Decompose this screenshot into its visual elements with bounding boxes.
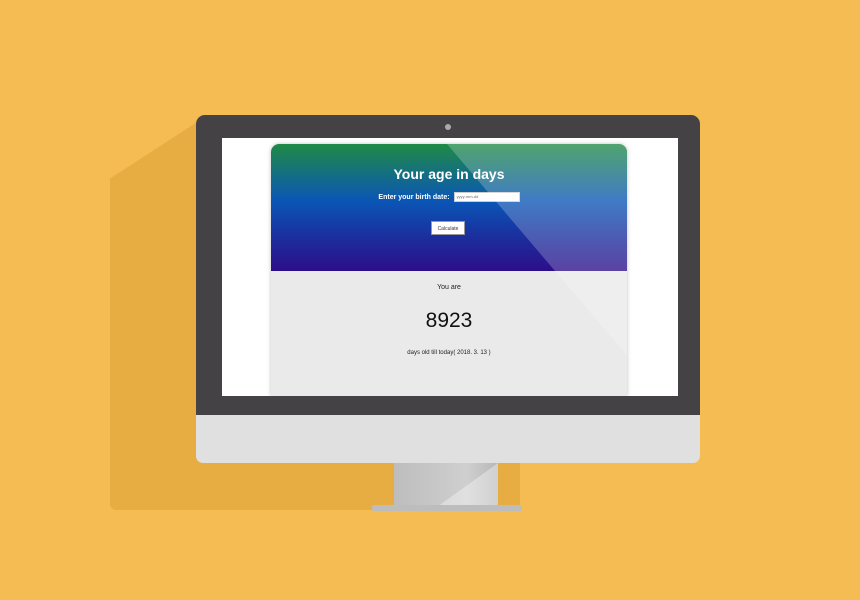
hero-section: Your age in days Enter your birth date: … xyxy=(271,144,627,271)
monitor-chin xyxy=(196,415,700,463)
monitor-screen: Your age in days Enter your birth date: … xyxy=(222,138,678,396)
result-suffix: days old till today( 2018. 3. 13 ) xyxy=(407,350,491,356)
camera-icon xyxy=(445,124,451,130)
monitor-stand-base xyxy=(372,505,522,511)
birth-date-label: Enter your birth date: xyxy=(378,193,450,201)
monitor-bezel: Your age in days Enter your birth date: … xyxy=(196,115,700,415)
calculate-button[interactable]: Calculate xyxy=(431,221,465,235)
age-calculator-card: Your age in days Enter your birth date: … xyxy=(271,144,627,396)
days-count: 8923 xyxy=(425,309,473,332)
page-title: Your age in days xyxy=(393,166,505,182)
scene: Your age in days Enter your birth date: … xyxy=(0,0,860,600)
result-prefix: You are xyxy=(437,284,461,291)
birth-date-row: Enter your birth date: yyyy-mm-dd xyxy=(271,192,627,202)
birth-date-input[interactable]: yyyy-mm-dd xyxy=(453,192,520,202)
result-section: You are 8923 days old till today( 2018. … xyxy=(271,271,627,396)
imac-monitor: Your age in days Enter your birth date: … xyxy=(196,115,700,463)
